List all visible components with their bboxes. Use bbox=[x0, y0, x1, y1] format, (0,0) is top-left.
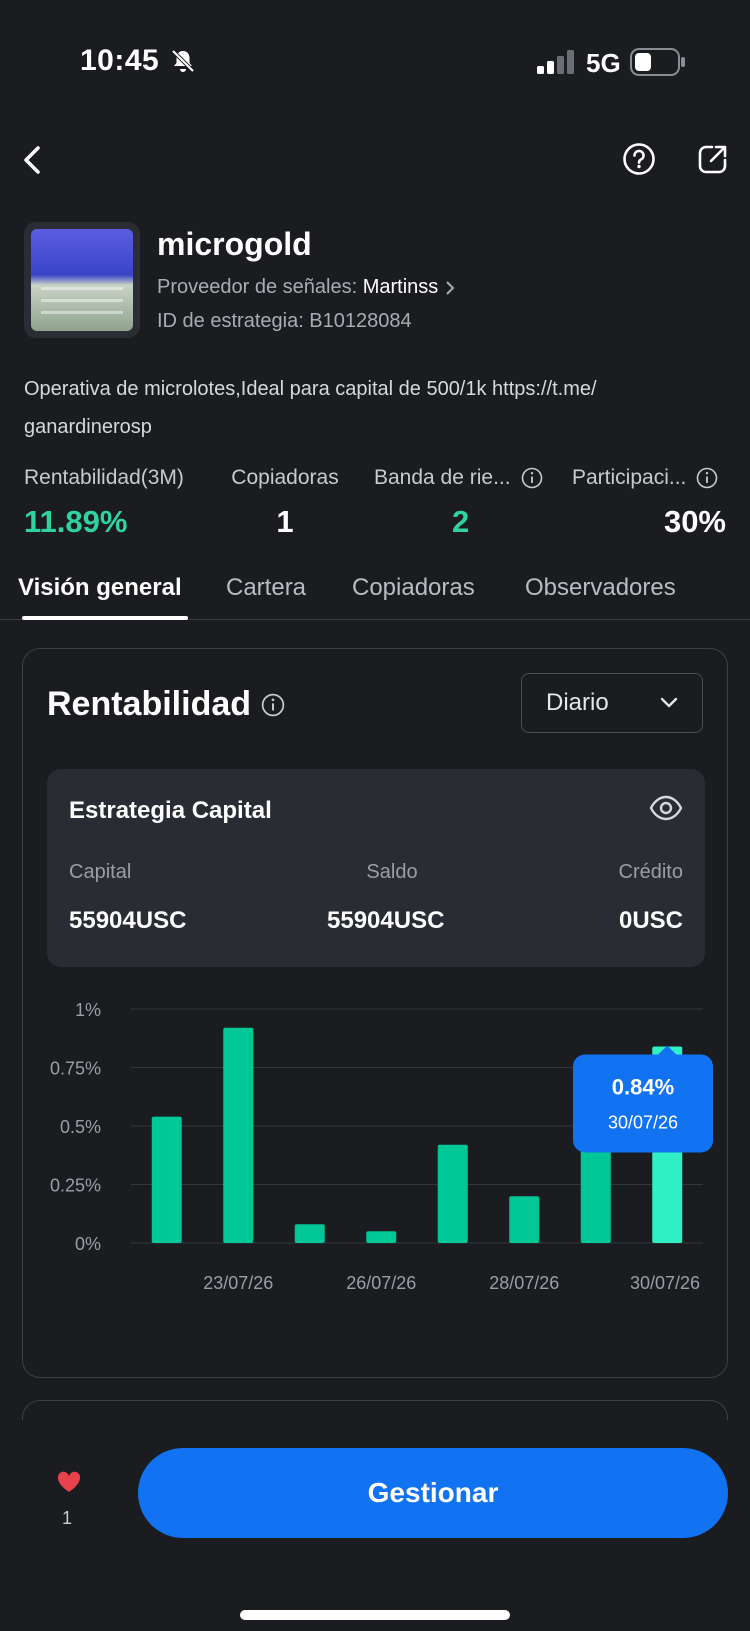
tab-observers[interactable]: Observadores bbox=[525, 574, 676, 602]
y-tick-label: 0.5% bbox=[60, 1117, 101, 1137]
chevron-down-icon bbox=[660, 697, 678, 708]
x-tick-label: 28/07/26 bbox=[489, 1273, 559, 1293]
battery-icon bbox=[630, 48, 685, 76]
stat-value: 11.89% bbox=[24, 504, 128, 539]
info-icon[interactable] bbox=[696, 467, 718, 489]
info-icon[interactable] bbox=[261, 693, 285, 717]
y-tick-label: 0.25% bbox=[50, 1176, 101, 1196]
card-title-text: Rentabilidad bbox=[47, 685, 252, 723]
stat-label: Banda de rie... bbox=[374, 466, 511, 489]
x-tick-label: 23/07/26 bbox=[203, 1273, 273, 1293]
provider-link[interactable]: Proveedor de señales: Martinss bbox=[157, 276, 456, 299]
x-tick-label: 26/07/26 bbox=[346, 1273, 416, 1293]
strategy-profile: microgold Proveedor de señales: Martinss… bbox=[24, 222, 724, 342]
tab-overview[interactable]: Visión general bbox=[18, 574, 182, 602]
y-tick-label: 1% bbox=[75, 1000, 101, 1020]
back-arrow-icon[interactable] bbox=[18, 140, 48, 180]
help-icon[interactable] bbox=[622, 142, 656, 176]
capital-value: 55904USC bbox=[69, 907, 187, 934]
status-bar: 10:45 5G bbox=[0, 0, 750, 110]
chart-bar bbox=[437, 1144, 468, 1243]
tab-copiers[interactable]: Copiadoras bbox=[352, 574, 475, 602]
description-line: Operativa de microlotes,Ideal para capit… bbox=[24, 378, 597, 400]
stat-participation: Participaci... 30% bbox=[572, 466, 726, 540]
chart-svg[interactable]: 1% 0.75% 0.5% 0.25% 0% 23/07/26 26/07/26 28/07/… bbox=[23, 987, 729, 1317]
info-icon[interactable] bbox=[521, 467, 543, 489]
home-indicator bbox=[240, 1610, 510, 1620]
share-icon[interactable] bbox=[696, 142, 730, 176]
stat-profitability: Rentabilidad(3M) 11.89% bbox=[24, 466, 184, 540]
stat-label: Participaci... bbox=[572, 466, 687, 489]
stat-value: 30% bbox=[663, 504, 726, 539]
stats-row: Rentabilidad(3M) 11.89% Copiadoras 1 Ban… bbox=[24, 466, 726, 546]
capital-summary: Estrategia Capital Capital Saldo Crédito… bbox=[47, 769, 705, 967]
strategy-description: Operativa de microlotes,Ideal para capit… bbox=[24, 370, 724, 446]
period-selected-value: Diario bbox=[546, 689, 609, 716]
chart-bar bbox=[223, 1027, 254, 1243]
like-count: 1 bbox=[62, 1508, 73, 1528]
profitability-chart[interactable]: 1% 0.75% 0.5% 0.25% 0% 23/07/26 26/07/26 28/07/… bbox=[23, 987, 729, 1317]
signal-icon bbox=[537, 50, 574, 74]
chevron-right-icon bbox=[446, 281, 455, 295]
tooltip-value: 0.84% bbox=[612, 1074, 674, 1099]
nav-row bbox=[0, 130, 750, 190]
credit-label: Crédito bbox=[618, 861, 683, 883]
bottom-action-bar: 1 Gestionar bbox=[0, 1420, 750, 1631]
status-time: 10:45 bbox=[80, 44, 160, 77]
profitability-card: Rentabilidad Diario Estrategia Capital C… bbox=[22, 648, 728, 1378]
capital-title: Estrategia Capital bbox=[69, 797, 272, 824]
eye-icon[interactable] bbox=[649, 795, 683, 821]
stat-copiers: Copiadoras 1 bbox=[230, 466, 340, 540]
balance-label: Saldo bbox=[366, 861, 418, 883]
stat-value: 2 bbox=[452, 504, 470, 539]
capital-label: Capital bbox=[69, 861, 132, 883]
balance-value: 55904USC bbox=[327, 907, 445, 934]
chart-bar bbox=[509, 1196, 540, 1243]
manage-button[interactable]: Gestionar bbox=[138, 1448, 728, 1538]
tab-portfolio[interactable]: Cartera bbox=[226, 574, 306, 602]
stat-value: 1 bbox=[276, 504, 294, 539]
network-label: 5G bbox=[586, 48, 621, 78]
tooltip-box bbox=[573, 1054, 713, 1153]
chart-bar bbox=[151, 1116, 182, 1243]
x-tick-label: 30/07/26 bbox=[630, 1273, 700, 1293]
active-tab-indicator bbox=[22, 616, 188, 620]
chart-bar bbox=[294, 1224, 325, 1243]
stat-label: Copiadoras bbox=[231, 466, 339, 489]
provider-name: Martinss bbox=[362, 276, 439, 298]
period-select[interactable]: Diario bbox=[521, 673, 703, 733]
strategy-name: microgold bbox=[157, 226, 312, 262]
provider-label: Proveedor de señales: bbox=[157, 276, 363, 298]
bell-muted-icon bbox=[171, 49, 195, 73]
strategy-id: ID de estrategia: B10128084 bbox=[157, 310, 412, 332]
card-title: Rentabilidad bbox=[47, 685, 285, 724]
heart-icon[interactable] bbox=[56, 1470, 82, 1494]
credit-value: 0USC bbox=[618, 907, 683, 934]
y-tick-label: 0.75% bbox=[50, 1059, 101, 1079]
stat-label: Rentabilidad(3M) bbox=[24, 466, 184, 489]
strategy-avatar bbox=[24, 222, 140, 338]
stat-risk-band: Banda de rie... 2 bbox=[374, 466, 574, 540]
tooltip-date: 30/07/26 bbox=[608, 1112, 678, 1132]
description-line: ganardinerosp bbox=[24, 416, 152, 438]
tab-bar: Visión general Cartera Copiadoras Observ… bbox=[0, 568, 750, 620]
chart-bar bbox=[366, 1231, 397, 1243]
y-tick-label: 0% bbox=[75, 1234, 101, 1254]
